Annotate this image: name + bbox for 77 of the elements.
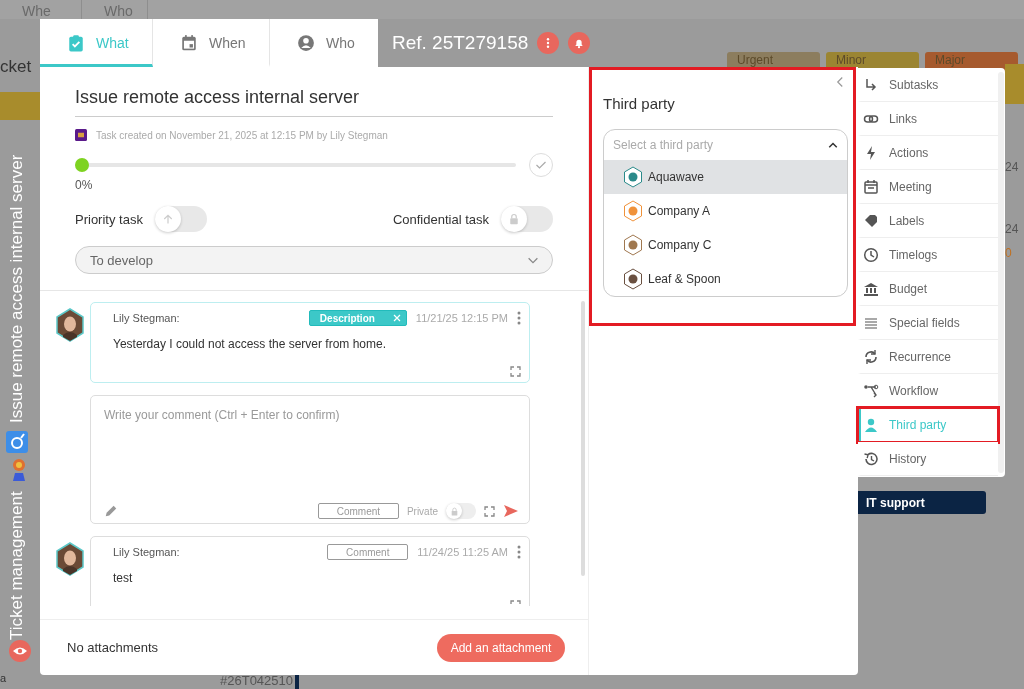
expand-icon[interactable] xyxy=(510,366,521,377)
comment-author: Lily Stegman: xyxy=(113,312,181,324)
arrow-up-icon xyxy=(161,213,174,225)
company-logo xyxy=(623,200,643,222)
calendar-icon xyxy=(863,178,879,195)
private-toggle[interactable] xyxy=(446,503,476,519)
toggle-switch[interactable] xyxy=(501,206,553,232)
task-ref: #26T042510 xyxy=(220,673,293,688)
comment-time: 11/24/25 11:25 AM xyxy=(417,546,508,558)
clock-icon xyxy=(863,246,879,263)
lock-icon xyxy=(508,213,520,225)
lock-icon xyxy=(449,506,459,516)
team-tag: IT support xyxy=(858,491,986,514)
avatar xyxy=(55,308,85,342)
scrollbar[interactable] xyxy=(581,301,585,576)
branch-icon xyxy=(863,382,879,399)
company-logo xyxy=(623,166,643,188)
search-icon[interactable] xyxy=(6,431,28,454)
tag-icon xyxy=(863,212,879,229)
comment-text: test xyxy=(113,571,134,585)
dropdown-option[interactable]: Company A xyxy=(604,194,847,228)
dropdown-option[interactable]: Leaf & Spoon xyxy=(604,262,847,296)
complete-button[interactable] xyxy=(529,153,553,177)
check-icon xyxy=(535,159,547,171)
tab[interactable]: Who xyxy=(270,19,378,67)
comment-input[interactable]: Write your comment (Ctrl + Enter to confirm) xyxy=(104,407,519,423)
progress-slider[interactable] xyxy=(75,158,516,172)
more-icon[interactable] xyxy=(517,311,521,325)
more-button[interactable] xyxy=(537,32,560,54)
expand-icon[interactable] xyxy=(484,505,495,517)
page-title: cket xyxy=(0,57,32,77)
send-icon xyxy=(503,503,519,519)
eye-icon[interactable] xyxy=(9,640,31,662)
task-ref: 24 xyxy=(1005,222,1020,236)
task-title[interactable]: Issue remote access internal server xyxy=(75,87,553,117)
refresh-icon xyxy=(863,348,879,365)
comment-type-tag: Comment xyxy=(327,544,409,560)
history-icon xyxy=(863,450,879,467)
user-icon xyxy=(863,416,879,433)
reference-number: Ref. 25T279158 xyxy=(392,32,529,54)
task-title: a xyxy=(0,672,7,684)
close-icon xyxy=(392,314,401,322)
progress-value: 0% xyxy=(75,178,94,192)
scrollbar[interactable] xyxy=(998,72,1004,473)
comment-time: 11/21/25 12:15 PM xyxy=(415,312,508,324)
menu-item[interactable]: History xyxy=(858,442,998,476)
more-icon[interactable] xyxy=(517,545,521,559)
arrow-down-right-icon xyxy=(863,76,879,93)
dropdown-option[interactable]: Aquawave xyxy=(604,160,847,194)
panel-title: Third party xyxy=(603,95,676,112)
task-ref: 24 xyxy=(1005,160,1020,174)
bank-icon xyxy=(863,280,879,297)
status-dropdown[interactable]: To develop xyxy=(75,246,553,274)
row-highlight xyxy=(1005,64,1024,104)
project-icon xyxy=(75,129,87,141)
third-party-select[interactable]: Select a third party Aquawave Company A Company C Leaf & Spoon xyxy=(603,129,848,297)
user-circle-icon xyxy=(297,34,315,52)
dropdown-option[interactable]: Company C xyxy=(604,228,847,262)
notification-button[interactable] xyxy=(568,32,591,54)
comment-author: Lily Stegman: xyxy=(113,546,181,558)
tab[interactable]: When xyxy=(153,19,270,67)
pencil-icon xyxy=(104,504,118,518)
count: 0 xyxy=(1005,246,1013,260)
toggle-label: Confidential task xyxy=(392,211,489,227)
comment-text: Yesterday I could not access the server from home. xyxy=(113,337,388,351)
toggle-label: Priority task xyxy=(75,211,143,227)
toggle-switch[interactable] xyxy=(154,206,207,232)
description-tag: Description xyxy=(308,310,407,326)
company-logo xyxy=(623,268,643,290)
clipboard-check-icon xyxy=(67,34,85,52)
creation-info: Task created on November 21, 2025 at 12:15 PM by Lily Stegman xyxy=(96,129,388,141)
private-label: Private xyxy=(406,505,438,517)
avatar xyxy=(55,542,85,576)
row-highlight xyxy=(0,92,40,120)
company-logo xyxy=(623,234,643,256)
calendar-icon xyxy=(180,34,198,52)
attachments-label: No attachments xyxy=(67,640,159,655)
